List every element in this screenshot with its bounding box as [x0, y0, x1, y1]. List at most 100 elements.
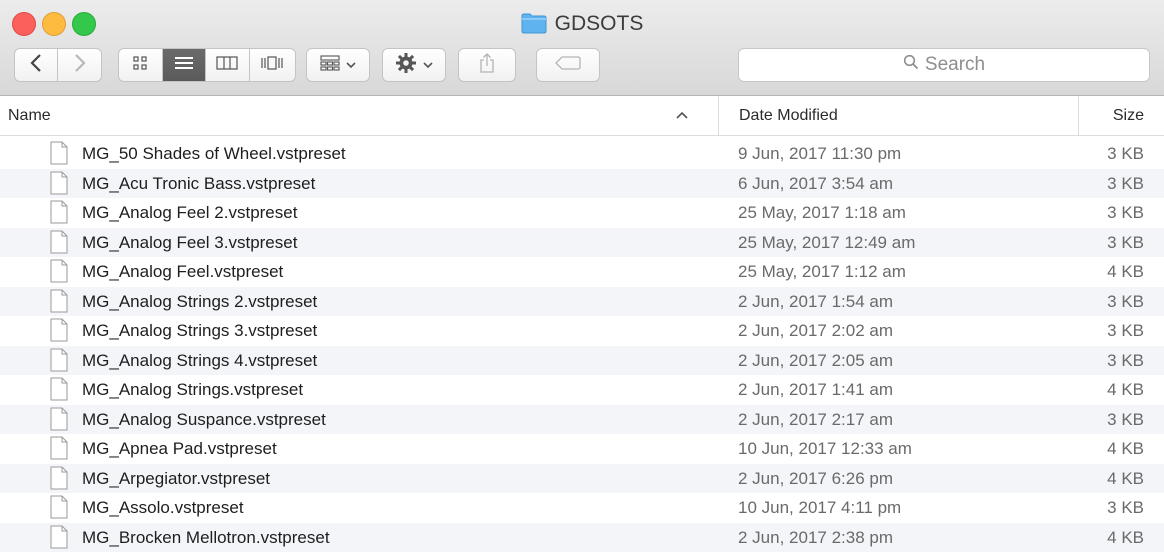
- chevron-right-icon: [74, 53, 86, 78]
- file-row[interactable]: MG_Brocken Mellotron.vstpreset 2 Jun, 20…: [0, 522, 1164, 554]
- file-date: 25 May, 2017 1:18 am: [738, 203, 906, 222]
- navigation-buttons: [14, 48, 102, 82]
- document-icon: [50, 289, 68, 318]
- file-name: MG_Analog Feel.vstpreset: [82, 262, 284, 281]
- title-bar: GDSOTS Search: [0, 0, 1164, 96]
- file-row[interactable]: MG_Acu Tronic Bass.vstpreset 6 Jun, 2017…: [0, 168, 1164, 200]
- document-icon: [50, 466, 68, 495]
- gear-icon: [395, 52, 417, 79]
- file-size: 3 KB: [1107, 498, 1144, 517]
- file-name: MG_Apnea Pad.vstpreset: [82, 439, 277, 458]
- file-row[interactable]: MG_Analog Feel.vstpreset 25 May, 2017 1:…: [0, 257, 1164, 287]
- file-name: MG_Analog Strings 4.vstpreset: [82, 350, 318, 370]
- size-column-header[interactable]: Size: [1078, 96, 1164, 135]
- file-row[interactable]: MG_Analog Feel 3.vstpreset 25 May, 2017 …: [0, 227, 1164, 259]
- file-date: 25 May, 2017 12:49 am: [738, 232, 916, 252]
- arrange-grid-icon: [320, 54, 340, 76]
- file-size: 3 KB: [1107, 321, 1144, 340]
- document-icon: [50, 230, 68, 259]
- document-icon: [50, 318, 68, 347]
- columns-icon: [216, 55, 238, 76]
- document-icon: [50, 171, 68, 200]
- cover-flow-icon: [260, 55, 284, 76]
- file-size: 4 KB: [1107, 439, 1144, 458]
- chevron-down-icon: [423, 56, 433, 74]
- file-row[interactable]: MG_Arpegiator.vstpreset 2 Jun, 2017 6:26…: [0, 463, 1164, 495]
- icon-view-button[interactable]: [119, 49, 163, 81]
- file-date: 25 May, 2017 1:12 am: [738, 262, 906, 281]
- date-modified-column-header[interactable]: Date Modified: [718, 96, 1078, 135]
- list-view-button[interactable]: [162, 49, 207, 81]
- file-date: 2 Jun, 2017 1:41 am: [738, 380, 894, 399]
- file-date: 2 Jun, 2017 1:54 am: [738, 291, 894, 311]
- file-date: 10 Jun, 2017 12:33 am: [738, 439, 912, 458]
- document-icon: [50, 495, 68, 524]
- file-size: 4 KB: [1107, 468, 1144, 488]
- file-date: 2 Jun, 2017 6:26 pm: [738, 468, 894, 488]
- file-size: 3 KB: [1107, 409, 1144, 429]
- file-list: MG_50 Shades of Wheel.vstpreset 9 Jun, 2…: [0, 139, 1164, 552]
- view-mode-segment: [118, 48, 296, 82]
- file-name: MG_Assolo.vstpreset: [82, 498, 244, 517]
- file-size: 3 KB: [1107, 350, 1144, 370]
- file-row[interactable]: MG_Assolo.vstpreset 10 Jun, 2017 4:11 pm…: [0, 493, 1164, 523]
- finder-window: GDSOTS Search Name Date Modified Size MG…: [0, 0, 1164, 556]
- forward-button[interactable]: [58, 49, 101, 81]
- action-button[interactable]: [382, 48, 446, 82]
- document-icon: [50, 259, 68, 288]
- share-icon: [478, 52, 496, 79]
- document-icon: [50, 141, 68, 170]
- file-size: 4 KB: [1107, 262, 1144, 281]
- document-icon: [50, 377, 68, 406]
- file-date: 9 Jun, 2017 11:30 pm: [738, 144, 902, 163]
- sort-ascending-icon[interactable]: [676, 96, 688, 135]
- share-button[interactable]: [458, 48, 516, 82]
- file-row[interactable]: MG_Analog Strings 3.vstpreset 2 Jun, 201…: [0, 316, 1164, 346]
- file-date: 2 Jun, 2017 2:38 pm: [738, 527, 894, 547]
- name-column-header[interactable]: Name: [0, 96, 717, 135]
- file-row[interactable]: MG_Analog Suspance.vstpreset 2 Jun, 2017…: [0, 404, 1164, 434]
- file-date: 10 Jun, 2017 4:11 pm: [738, 498, 902, 517]
- file-size: 3 KB: [1107, 173, 1144, 193]
- file-name: MG_Brocken Mellotron.vstpreset: [82, 527, 330, 547]
- window-title-text: GDSOTS: [554, 12, 644, 35]
- file-row[interactable]: MG_Apnea Pad.vstpreset 10 Jun, 2017 12:3…: [0, 434, 1164, 464]
- file-row[interactable]: MG_50 Shades of Wheel.vstpreset 9 Jun, 2…: [0, 139, 1164, 169]
- file-size: 4 KB: [1107, 527, 1144, 547]
- back-button[interactable]: [15, 49, 59, 81]
- document-icon: [50, 436, 68, 465]
- document-icon: [50, 200, 68, 229]
- file-size: 3 KB: [1107, 203, 1144, 222]
- file-name: MG_Analog Strings 3.vstpreset: [82, 321, 318, 340]
- file-name: MG_50 Shades of Wheel.vstpreset: [82, 144, 346, 163]
- file-row[interactable]: MG_Analog Strings 4.vstpreset 2 Jun, 201…: [0, 345, 1164, 377]
- column-header: Name Date Modified Size: [0, 96, 1164, 136]
- search-icon: [903, 54, 919, 76]
- file-row[interactable]: MG_Analog Strings 2.vstpreset 2 Jun, 201…: [0, 286, 1164, 318]
- file-name: MG_Arpegiator.vstpreset: [82, 468, 271, 488]
- file-size: 3 KB: [1107, 232, 1144, 252]
- cover-flow-view-button[interactable]: [250, 49, 295, 81]
- file-size: 3 KB: [1107, 291, 1144, 311]
- window-title: GDSOTS: [0, 10, 1164, 42]
- document-icon: [50, 525, 68, 554]
- file-name: MG_Analog Strings 2.vstpreset: [82, 291, 318, 311]
- arrange-button[interactable]: [306, 48, 370, 82]
- file-date: 6 Jun, 2017 3:54 am: [738, 173, 894, 193]
- file-date: 2 Jun, 2017 2:02 am: [738, 321, 894, 340]
- tags-button[interactable]: [536, 48, 600, 82]
- grid-icon: [132, 55, 148, 76]
- column-view-button[interactable]: [206, 49, 250, 81]
- document-icon: [50, 348, 68, 377]
- search-field[interactable]: Search: [738, 48, 1150, 82]
- list-icon: [174, 55, 194, 76]
- file-size: 3 KB: [1107, 144, 1144, 163]
- file-name: MG_Analog Strings.vstpreset: [82, 380, 304, 399]
- chevron-down-icon: [346, 56, 356, 74]
- file-row[interactable]: MG_Analog Feel 2.vstpreset 25 May, 2017 …: [0, 198, 1164, 228]
- file-date: 2 Jun, 2017 2:05 am: [738, 350, 894, 370]
- file-row[interactable]: MG_Analog Strings.vstpreset 2 Jun, 2017 …: [0, 375, 1164, 405]
- chevron-left-icon: [30, 53, 42, 78]
- file-name: MG_Analog Suspance.vstpreset: [82, 409, 326, 429]
- file-name: MG_Acu Tronic Bass.vstpreset: [82, 173, 316, 193]
